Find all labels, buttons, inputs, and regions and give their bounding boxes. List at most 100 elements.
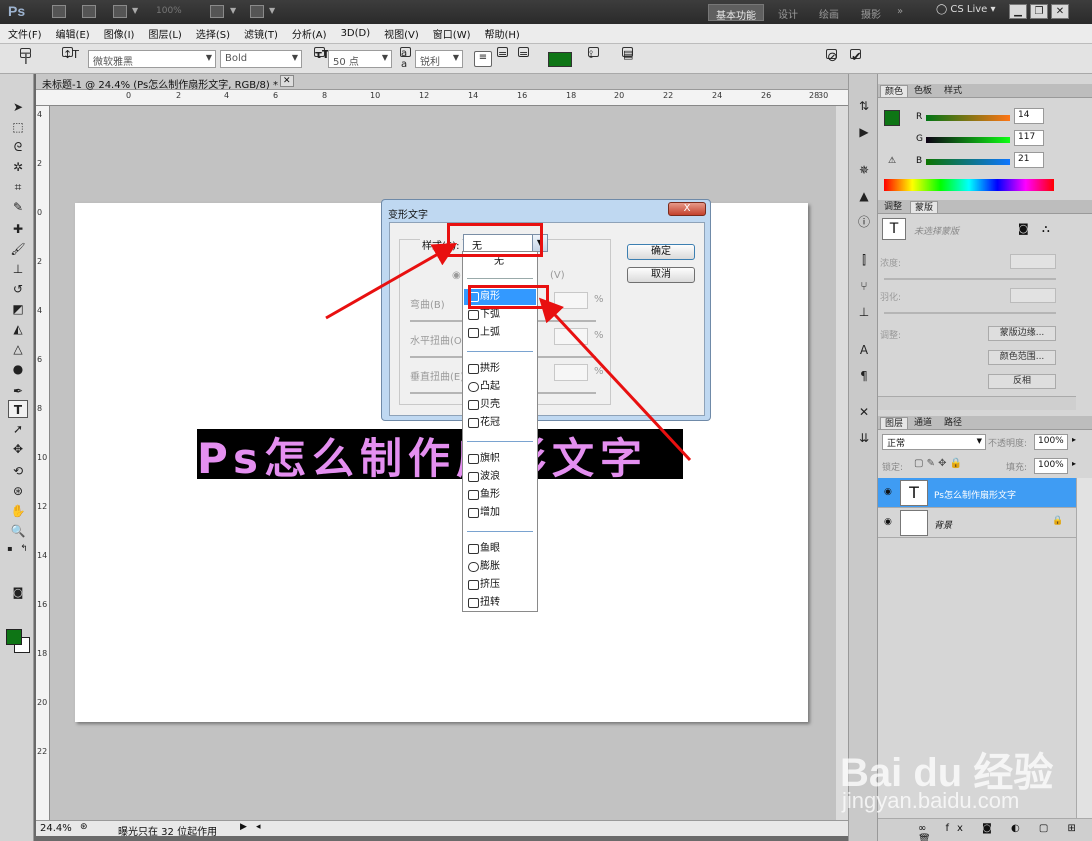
eyedropper-tool-icon[interactable]: ✎: [8, 198, 28, 216]
status-info-icon[interactable]: ⊛: [80, 822, 88, 832]
shape-tool-icon[interactable]: ✥: [8, 440, 28, 458]
style-option-fisheye[interactable]: 鱼眼: [464, 541, 536, 557]
cs-live-button[interactable]: ◯ CS Live ▾: [936, 4, 996, 15]
tab-adjustments[interactable]: 调整: [880, 201, 906, 213]
foreground-color-swatch[interactable]: [6, 629, 22, 645]
style-option-twist[interactable]: 扭转: [464, 595, 536, 611]
text-color-swatch[interactable]: [548, 52, 572, 67]
tab-layers[interactable]: 图层: [880, 417, 909, 429]
antialias-select[interactable]: 锐利 ▼: [415, 50, 463, 68]
zoom-tool-icon[interactable]: 🔍: [8, 522, 28, 540]
status-zoom[interactable]: 24.4%: [40, 823, 72, 834]
character-panel-icon[interactable]: ▤: [622, 47, 633, 61]
status-menu-icon[interactable]: ▶: [240, 822, 247, 832]
move-tool-icon[interactable]: ➤: [8, 98, 28, 116]
ok-button[interactable]: 确定: [627, 244, 695, 260]
lock-icons[interactable]: ▢ ✎ ✥ 🔒: [914, 458, 962, 469]
blur-tool-icon[interactable]: △: [8, 340, 28, 358]
swap-colors-icon[interactable]: ↰: [18, 540, 30, 558]
type-tool-icon[interactable]: T: [20, 48, 31, 68]
eraser-tool-icon[interactable]: ◩: [8, 300, 28, 318]
tab-styles[interactable]: 样式: [940, 85, 966, 97]
color-range-button[interactable]: 颜色范围...: [988, 350, 1056, 365]
menu-filter[interactable]: 滤镜(T): [244, 26, 278, 41]
b-slider[interactable]: [926, 159, 1010, 165]
style-option-bulge[interactable]: 凸起: [464, 379, 536, 395]
info-icon[interactable]: ⓘ: [855, 214, 873, 230]
eye-icon[interactable]: ◉: [884, 487, 892, 497]
font-size-select[interactable]: 50 点 ▼: [328, 50, 392, 68]
vector-mask-icon[interactable]: ⛬: [1042, 222, 1050, 236]
layer-row-text[interactable]: ◉ T Ps怎么制作扇形文字: [878, 478, 1076, 508]
notes-icon[interactable]: ⇊: [855, 430, 873, 446]
font-family-select[interactable]: 微软雅黑 ▼: [88, 50, 216, 68]
align-center-icon[interactable]: ≡: [497, 47, 508, 61]
density-input[interactable]: [1010, 254, 1056, 269]
type-tool-icon[interactable]: T: [8, 400, 28, 418]
history-icon[interactable]: ⇅: [855, 98, 873, 114]
bend-input[interactable]: [554, 292, 588, 309]
healing-brush-tool-icon[interactable]: ✚: [8, 220, 28, 238]
eye-icon[interactable]: ◉: [884, 517, 892, 527]
tab-paths[interactable]: 路径: [940, 417, 966, 429]
align-right-icon[interactable]: ≡: [518, 47, 529, 61]
feather-input[interactable]: [1010, 288, 1056, 303]
menu-view[interactable]: 视图(V): [384, 26, 419, 41]
cancel-edit-icon[interactable]: ⊘: [826, 49, 838, 65]
toggle-orientation-icon[interactable]: ↕T: [62, 47, 79, 61]
brush-icon[interactable]: ⑂: [855, 278, 873, 294]
style-option-arc-upper[interactable]: 上弧: [464, 325, 536, 341]
mini-bridge-icon[interactable]: [82, 5, 96, 18]
minimize-button[interactable]: ▁: [1009, 4, 1027, 19]
workspace-painting[interactable]: 绘画: [812, 4, 846, 21]
restore-button[interactable]: ❐: [1030, 4, 1048, 19]
feather-slider[interactable]: [884, 312, 1056, 314]
style-option-rise[interactable]: 增加: [464, 505, 536, 521]
menu-help[interactable]: 帮助(H): [485, 26, 520, 41]
menu-file[interactable]: 文件(F): [8, 26, 42, 41]
vertical-radio-label[interactable]: (V): [550, 270, 565, 281]
chevron-down-icon[interactable]: ▼: [132, 6, 138, 15]
screen-mode-icon[interactable]: [250, 5, 264, 18]
character-icon[interactable]: A: [855, 342, 873, 358]
horizontal-radio[interactable]: ◉: [452, 270, 461, 281]
default-colors-icon[interactable]: ▪: [4, 540, 16, 558]
style-option-arc-lower[interactable]: 下弧: [464, 307, 536, 323]
paragraph-icon[interactable]: ¶: [855, 368, 873, 384]
layers-footer-icons[interactable]: ∞ fx ◙ ◐ ▢ ⊞ 🗑: [878, 818, 1092, 841]
stamp-tool-icon[interactable]: ⊥: [8, 260, 28, 278]
lasso-tool-icon[interactable]: ᘓ: [8, 138, 28, 156]
3d-orbit-tool-icon[interactable]: ⊛: [8, 482, 28, 500]
quick-mask-icon[interactable]: ◙: [8, 584, 28, 602]
history-brush-tool-icon[interactable]: ↺: [8, 280, 28, 298]
style-option-shell[interactable]: 贝壳: [464, 397, 536, 413]
b-input[interactable]: 21: [1014, 152, 1044, 168]
more-workspaces-icon[interactable]: »: [890, 4, 910, 21]
paint-bucket-tool-icon[interactable]: ◭: [8, 320, 28, 338]
h-distort-input[interactable]: [554, 328, 588, 345]
brush-tool-icon[interactable]: 🖌: [8, 240, 28, 258]
brush-presets-icon[interactable]: ⫿: [855, 252, 873, 268]
pixel-mask-icon[interactable]: ◙: [1018, 222, 1029, 235]
bridge-icon[interactable]: [52, 5, 66, 18]
invert-button[interactable]: 反相: [988, 374, 1056, 389]
opacity-input[interactable]: 100%: [1034, 434, 1068, 450]
menu-layer[interactable]: 图层(L): [148, 26, 181, 41]
menu-window[interactable]: 窗口(W): [433, 26, 471, 41]
workspace-photography[interactable]: 摄影: [854, 4, 888, 21]
fill-input[interactable]: 100%: [1034, 458, 1068, 474]
histogram-icon[interactable]: ▲: [855, 188, 873, 204]
view-extras-icon[interactable]: [113, 5, 127, 18]
scroll-left-icon[interactable]: ◂: [256, 822, 261, 832]
density-slider[interactable]: [884, 278, 1056, 280]
3d-panel-icon[interactable]: ✵: [855, 162, 873, 178]
document-tab[interactable]: 未标题-1 @ 24.4% (Ps怎么制作扇形文字, RGB/8) * ✕: [36, 74, 848, 91]
menu-3d[interactable]: 3D(D): [341, 28, 371, 39]
workspace-design[interactable]: 设计: [771, 4, 805, 21]
dodge-tool-icon[interactable]: ●: [8, 360, 28, 378]
magic-wand-tool-icon[interactable]: ✲: [8, 158, 28, 176]
dialog-close-button[interactable]: X: [668, 202, 706, 216]
menu-analysis[interactable]: 分析(A): [292, 26, 327, 41]
menu-select[interactable]: 选择(S): [196, 26, 230, 41]
canvas-text-layer[interactable]: Ps怎么制作扇形文字: [197, 425, 648, 486]
